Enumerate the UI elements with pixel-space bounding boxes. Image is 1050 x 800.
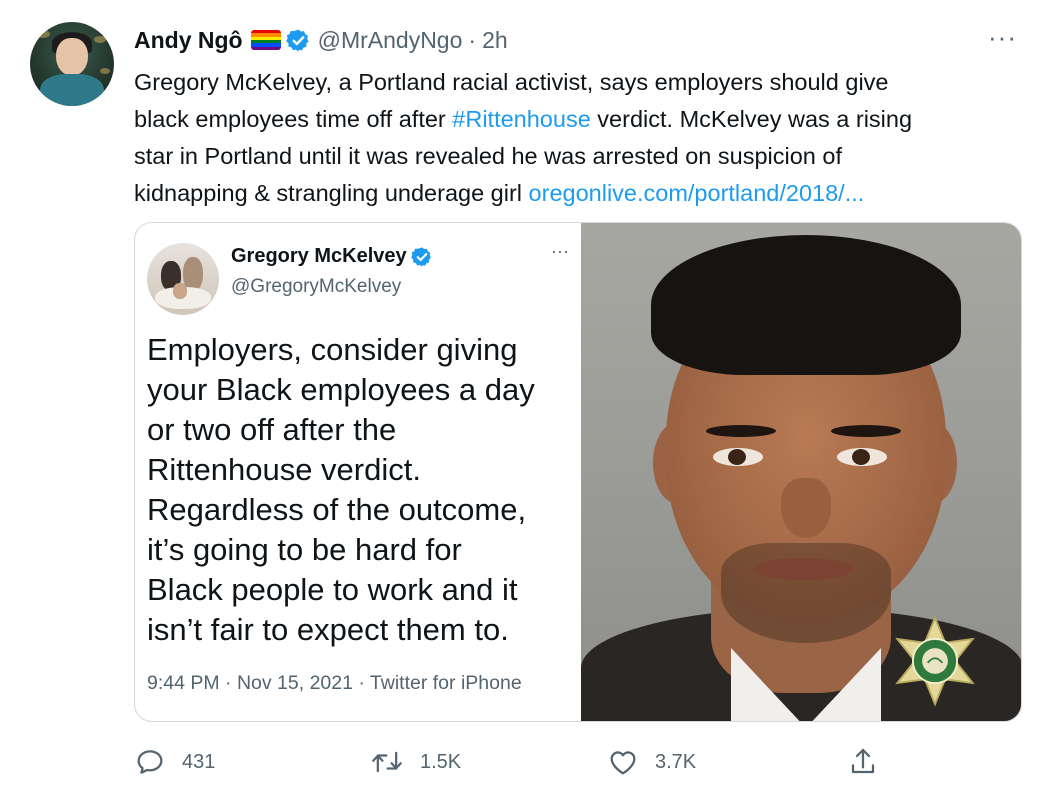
quoted-text-line: Rittenhouse verdict. <box>147 452 421 487</box>
tweet: Andy Ngô @MrAndyNgo · 2h ··· Gregory McK… <box>0 0 1050 800</box>
reply-count: 431 <box>182 750 216 773</box>
author-name[interactable]: Andy Ngô <box>134 27 243 54</box>
quoted-tweet-card[interactable]: Gregory McKelvey @GregoryMcKelvey ··· Em… <box>134 222 1022 722</box>
quoted-author-name: Gregory McKelvey <box>231 245 407 267</box>
quoted-text-line: Employers, consider giving <box>147 332 518 367</box>
retweet-count: 1.5K <box>420 750 462 773</box>
quoted-author-handle: @GregoryMcKelvey <box>231 276 402 297</box>
author-avatar[interactable] <box>30 22 114 106</box>
article-link[interactable]: oregonlive.com/portland/2018/... <box>529 180 865 206</box>
quoted-text-line: your Black employees a day <box>147 372 535 407</box>
verified-badge-icon <box>410 246 433 268</box>
quoted-text-line: or two off after the <box>147 412 397 447</box>
quoted-text-line: isn’t fair to expect them to. <box>147 612 509 647</box>
quoted-text-line: Regardless of the outcome, <box>147 492 527 527</box>
sheriff-badge-icon <box>895 615 975 707</box>
hashtag-link[interactable]: #Rittenhouse <box>452 106 591 132</box>
tweet-text-line: kidnapping & strangling underage girl or… <box>134 180 865 206</box>
heart-icon <box>610 751 636 775</box>
quoted-tweet-text: Employers, consider giving your Black em… <box>147 330 577 650</box>
separator: · <box>468 26 477 53</box>
quoted-more-icon: ··· <box>551 241 569 261</box>
verified-badge-icon <box>285 28 311 53</box>
tweet-time[interactable]: 2h <box>482 27 508 54</box>
quoted-text-line: Black people to work and it <box>147 572 518 607</box>
retweet-button[interactable]: 1.5K <box>370 742 461 782</box>
mugshot-photo[interactable] <box>581 223 1021 721</box>
tweet-actions: 431 1.5K 3.7K <box>134 742 894 782</box>
share-button[interactable] <box>847 742 879 782</box>
tweet-text-line: Gregory McKelvey, a Portland racial acti… <box>134 69 889 95</box>
tweet-header: Andy Ngô @MrAndyNgo · 2h <box>134 24 508 56</box>
quoted-author-name-row: Gregory McKelvey <box>231 245 433 268</box>
like-button[interactable]: 3.7K <box>607 742 696 782</box>
more-options-icon[interactable]: ··· <box>988 22 1017 53</box>
quoted-text-line: it’s going to be hard for <box>147 532 462 567</box>
like-count: 3.7K <box>655 750 697 773</box>
rainbow-flag-icon <box>250 30 281 50</box>
share-icon <box>851 748 875 774</box>
tweet-text: Gregory McKelvey, a Portland racial acti… <box>134 64 1024 212</box>
tweet-text-line: star in Portland until it was revealed h… <box>134 143 842 169</box>
quoted-author-avatar <box>147 243 219 315</box>
reply-icon <box>137 750 163 774</box>
retweet-icon <box>372 751 402 773</box>
quoted-tweet-meta: 9:44 PM · Nov 15, 2021 · Twitter for iPh… <box>147 672 522 694</box>
reply-button[interactable]: 431 <box>134 742 215 782</box>
quoted-screenshot: Gregory McKelvey @GregoryMcKelvey ··· Em… <box>135 223 581 721</box>
tweet-text-line: black employees time off after #Rittenho… <box>134 106 913 132</box>
author-handle[interactable]: @MrAndyNgo <box>318 27 463 54</box>
